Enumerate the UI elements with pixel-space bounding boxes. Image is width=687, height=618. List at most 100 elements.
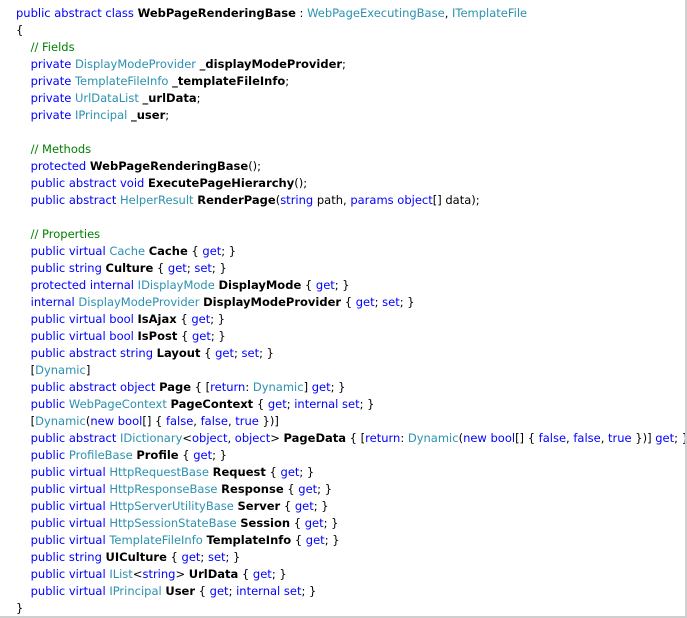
code-token: ; } — [313, 499, 329, 513]
code-line: public virtual IPrincipal User { get; in… — [16, 583, 685, 600]
code-token: [] { — [515, 431, 539, 445]
code-token: ; } — [271, 567, 287, 581]
code-token: get — [355, 295, 375, 309]
code-token: HttpRequestBase — [109, 465, 209, 479]
code-token: ExecutePageHierarchy — [147, 176, 295, 190]
code-token: _user — [131, 108, 166, 122]
code-token: Request — [212, 465, 266, 479]
code-token: Server — [237, 499, 281, 513]
code-token: new bool — [463, 431, 516, 445]
code-token: HttpSessionStateBase — [109, 516, 237, 530]
code-token: IList — [109, 567, 133, 581]
code-token: IPrincipal — [109, 584, 162, 598]
code-line: public virtual HttpServerUtilityBase Ser… — [16, 498, 685, 515]
code-line: private DisplayModeProvider _displayMode… — [16, 56, 685, 73]
code-token: , — [227, 431, 235, 445]
code-token: set — [241, 346, 260, 360]
code-token: TemplateFileInfo — [109, 533, 203, 547]
code-token: ; } — [334, 278, 350, 292]
code-token: internal — [16, 295, 79, 309]
code-token: ; — [196, 91, 201, 105]
code-token: set — [194, 261, 212, 275]
code-token: WebPageRenderingBase — [89, 159, 249, 173]
code-token: public virtual — [16, 533, 110, 547]
code-token: object — [192, 431, 228, 445]
code-line: [Dynamic] — [16, 362, 685, 379]
code-token: UrlData — [188, 567, 239, 581]
code-line: public virtual bool IsAjax { get; } — [16, 311, 685, 328]
code-token: private — [16, 91, 75, 105]
code-token: public abstract — [16, 193, 120, 207]
code-token: { — [283, 482, 299, 496]
code-token: Dynamic — [407, 431, 459, 445]
code-token: // Fields — [16, 40, 75, 54]
code-token: ; } — [212, 448, 227, 462]
code-token: ; } — [674, 431, 685, 445]
code-token: params object — [350, 193, 433, 207]
code-token: protected internal — [16, 278, 138, 292]
code-token: get — [304, 516, 324, 530]
code-token: { — [16, 23, 24, 37]
code-token: public string — [16, 550, 106, 564]
code-token: ; } — [330, 380, 346, 394]
code-line: // Properties — [16, 226, 685, 243]
code-token: // Properties — [16, 227, 101, 241]
code-token: public virtual bool — [16, 329, 138, 343]
code-token: Profile — [136, 448, 179, 462]
code-line: { — [16, 22, 685, 39]
code-line: protected WebPageRenderingBase(); — [16, 158, 685, 175]
code-token: DisplayModeProvider — [74, 57, 197, 71]
code-token: { [ — [191, 380, 211, 394]
code-line: private IPrincipal _user; — [16, 107, 685, 124]
code-token: ; } — [299, 465, 315, 479]
code-token: TemplateInfo — [206, 533, 292, 547]
code-token: get — [193, 448, 213, 462]
code-token: public abstract void — [16, 176, 148, 190]
code-token: (); — [294, 176, 308, 190]
code-token: ; — [228, 584, 237, 598]
code-token: ; } — [323, 516, 339, 530]
code-line: public virtual IList<string> UrlData { g… — [16, 566, 685, 583]
code-token: public virtual — [16, 465, 110, 479]
code-line: public abstract object Page { [return: D… — [16, 379, 685, 396]
code-token: { — [290, 516, 305, 530]
code-token: DisplayModeProvider — [78, 295, 200, 309]
code-token: false — [573, 431, 601, 445]
code-token: ProfileBase — [68, 448, 133, 462]
code-token: } — [16, 601, 24, 615]
code-token: // Methods — [16, 142, 92, 156]
code-token: PageData — [283, 431, 347, 445]
code-token: RenderPage — [197, 193, 276, 207]
code-token: string — [142, 567, 176, 581]
code-line: public virtual Cache Cache { get; } — [16, 243, 685, 260]
code-token: get — [298, 482, 318, 496]
code-line: public virtual HttpResponseBase Response… — [16, 481, 685, 498]
code-token: > — [270, 431, 284, 445]
code-token: Dynamic — [35, 363, 86, 377]
code-token: PageContext — [170, 397, 254, 411]
code-token: ; } — [317, 482, 333, 496]
code-token: public string — [16, 261, 106, 275]
code-token: set — [207, 550, 226, 564]
code-token: ; } — [225, 550, 241, 564]
code-line: public string UICulture { get; set; } — [16, 549, 685, 566]
code-viewer: public abstract class WebPageRenderingBa… — [0, 0, 687, 618]
code-token: get — [294, 499, 314, 513]
code-token: { — [341, 295, 356, 309]
code-token: { — [166, 550, 182, 564]
code-token: Session — [240, 516, 291, 530]
code-token: { [ — [346, 431, 366, 445]
code-token: IsAjax — [137, 312, 177, 326]
code-token: get — [209, 584, 229, 598]
code-token: IsPost — [137, 329, 178, 343]
code-token: get — [191, 312, 211, 326]
code-token: { — [177, 329, 192, 343]
code-token: IDisplayMode — [137, 278, 215, 292]
code-token: : — [400, 431, 408, 445]
code-token: { — [253, 397, 268, 411]
code-token: WebPageRenderingBase — [137, 6, 296, 20]
code-token: path, — [313, 193, 351, 207]
code-line: [Dynamic(new bool[] { false, false, true… — [16, 413, 685, 430]
